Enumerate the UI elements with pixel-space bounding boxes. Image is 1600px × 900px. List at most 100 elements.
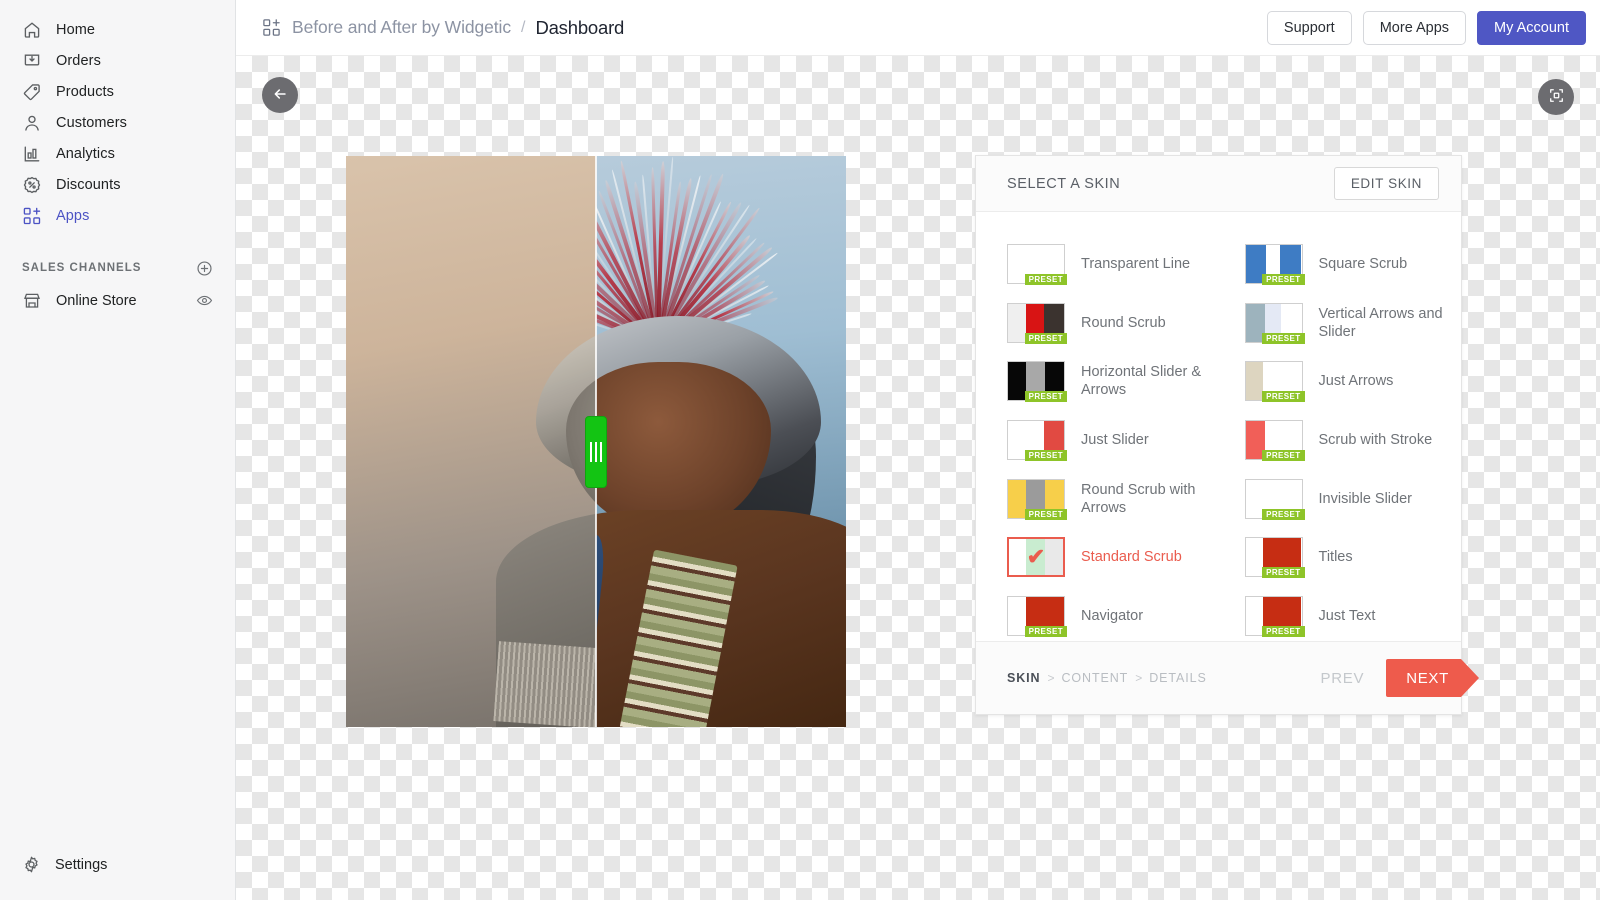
skin-option[interactable]: PRESET Invisible Slider (1219, 469, 1462, 528)
more-apps-button[interactable]: More Apps (1362, 10, 1467, 45)
sidebar-item-analytics[interactable]: Analytics (8, 138, 227, 169)
wizard-steps: SKIN > CONTENT > DETAILS (1007, 671, 1207, 685)
skin-thumbnail: ✔ (1007, 537, 1065, 578)
apps-grid-plus-icon (22, 206, 42, 226)
skin-thumbnail: PRESET (1244, 595, 1305, 637)
wizard-step-separator: > (1135, 671, 1143, 685)
preset-badge: PRESET (1024, 274, 1067, 286)
back-button[interactable] (262, 77, 298, 113)
sidebar-item-apps[interactable]: Apps (8, 200, 227, 231)
select-skin-panel: SELECT A SKIN EDIT SKIN PRESET Transparen… (975, 155, 1479, 715)
skin-option[interactable]: ✔ Standard Scrub (976, 528, 1219, 587)
skin-thumbnail: PRESET (1244, 420, 1305, 462)
discounts-percent-icon (22, 175, 42, 195)
editor-canvas: SELECT A SKIN EDIT SKIN PRESET Transparen… (236, 56, 1600, 900)
home-icon (22, 20, 42, 40)
sidebar-item-customers[interactable]: Customers (8, 107, 227, 138)
skin-option-label: Vertical Arrows and Slider (1318, 305, 1443, 340)
app-root: Home Orders Products Customers Analytics Disc… (0, 0, 1600, 900)
skin-option-label: Round Scrub with Arrows (1081, 481, 1196, 516)
wizard-step-skin[interactable]: SKIN (1007, 671, 1040, 685)
skin-thumbnail: PRESET (1007, 361, 1067, 403)
skin-option[interactable]: PRESET Just Slider (976, 411, 1219, 470)
skin-thumbnail: PRESET (1244, 478, 1305, 520)
preset-badge: PRESET (1262, 332, 1305, 344)
preset-badge: PRESET (1262, 391, 1305, 403)
wizard-step-details[interactable]: DETAILS (1149, 671, 1206, 685)
sales-channels-list: Online Store (0, 285, 235, 316)
skin-option[interactable]: PRESET Horizontal Slider & Arrows (976, 352, 1219, 411)
skin-thumbnail: PRESET (1007, 595, 1067, 637)
plus-circle-icon[interactable] (196, 260, 213, 277)
wizard-step-content[interactable]: CONTENT (1061, 671, 1128, 685)
skin-option[interactable]: PRESET Vertical Arrows and Slider (1219, 294, 1462, 353)
skin-option-label: Titles (1318, 549, 1353, 566)
skin-option[interactable]: PRESET Transparent Line (976, 235, 1219, 294)
sidebar-item-settings[interactable]: Settings (0, 855, 129, 874)
preset-badge: PRESET (1024, 450, 1067, 462)
sidebar-item-label: Orders (56, 52, 101, 69)
breadcrumb-app-name[interactable]: Before and After by Widgetic (292, 17, 511, 38)
customers-person-icon (22, 113, 42, 133)
skin-thumbnail: PRESET (1007, 478, 1067, 520)
skin-option[interactable]: PRESET Just Text (1219, 587, 1462, 646)
skin-option-label: Just Text (1318, 607, 1376, 624)
skin-thumbnail: PRESET (1244, 244, 1305, 286)
skin-option[interactable]: PRESET Navigator (976, 587, 1219, 646)
skin-option[interactable]: PRESET Scrub with Stroke (1219, 411, 1462, 470)
skin-option-label: Invisible Slider (1318, 490, 1413, 507)
channel-label: Online Store (56, 292, 137, 309)
skin-option[interactable]: PRESET Round Scrub (976, 294, 1219, 353)
gear-icon (22, 855, 41, 874)
sidebar-channel-online-store[interactable]: Online Store (8, 285, 227, 316)
skin-option[interactable]: PRESET Square Scrub (1219, 235, 1462, 294)
preset-badge: PRESET (1024, 625, 1067, 637)
products-tag-icon (22, 82, 42, 102)
skin-thumbnail: PRESET (1244, 302, 1305, 344)
sidebar-item-label: Home (56, 21, 96, 38)
skin-option-label: Square Scrub (1318, 256, 1408, 273)
skin-option-label: Round Scrub (1081, 314, 1166, 331)
drag-handle-bars-icon (590, 441, 602, 462)
expand-preview-button[interactable] (1538, 79, 1574, 115)
sidebar-item-products[interactable]: Products (8, 76, 227, 107)
skin-option-label: Just Slider (1081, 432, 1149, 449)
preset-badge: PRESET (1024, 391, 1067, 403)
skin-option[interactable]: PRESET Round Scrub with Arrows (976, 469, 1219, 528)
edit-skin-button[interactable]: EDIT SKIN (1333, 167, 1439, 200)
sidebar-item-label: Apps (56, 207, 90, 224)
before-after-handle[interactable] (585, 415, 607, 488)
sidebar-item-home[interactable]: Home (8, 14, 227, 45)
arrow-left-icon (271, 85, 289, 106)
sidebar: Home Orders Products Customers Analytics Disc… (0, 0, 236, 900)
skin-option-label: Transparent Line (1081, 256, 1191, 273)
skin-option-label: Navigator (1081, 607, 1144, 624)
resize-expand-icon (1548, 87, 1565, 107)
sidebar-nav: Home Orders Products Customers Analytics Disc… (0, 14, 235, 231)
sidebar-item-orders[interactable]: Orders (8, 45, 227, 76)
support-button[interactable]: Support (1266, 10, 1352, 45)
apps-grid-plus-icon (262, 18, 281, 37)
skin-panel-footer: SKIN > CONTENT > DETAILS PREV NEXT (976, 641, 1479, 714)
skin-option-label: Horizontal Slider & Arrows (1081, 364, 1202, 399)
next-button[interactable]: NEXT (1386, 659, 1479, 697)
preset-badge: PRESET (1262, 625, 1305, 637)
settings-label: Settings (55, 856, 108, 873)
sidebar-item-label: Products (56, 83, 115, 100)
wizard-step-separator: > (1047, 671, 1055, 685)
eye-icon[interactable] (196, 292, 213, 309)
sidebar-item-label: Customers (56, 114, 127, 131)
skin-thumbnail: PRESET (1007, 420, 1067, 462)
skin-option[interactable]: PRESET Titles (1219, 528, 1462, 587)
preset-badge: PRESET (1262, 274, 1305, 286)
skin-option[interactable]: PRESET Just Arrows (1219, 352, 1462, 411)
before-after-widget[interactable] (346, 156, 846, 727)
topbar: Before and After by Widgetic / Dashboard… (236, 0, 1600, 56)
skin-thumbnail: PRESET (1244, 361, 1305, 403)
select-a-skin-label: SELECT A SKIN (1007, 175, 1121, 192)
topbar-actions: Support More Apps My Account (1266, 10, 1586, 45)
sales-channels-section-header: SALES CHANNELS (22, 257, 213, 279)
sidebar-item-discounts[interactable]: Discounts (8, 169, 227, 200)
prev-button[interactable]: PREV (1321, 670, 1387, 687)
my-account-button[interactable]: My Account (1477, 10, 1586, 45)
